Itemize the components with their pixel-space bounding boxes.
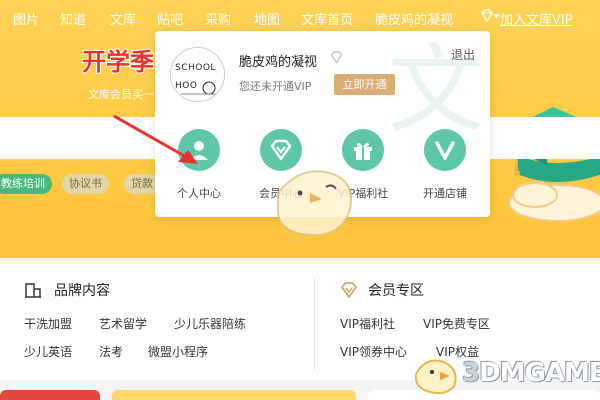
- bottom-tile[interactable]: [112, 390, 356, 400]
- bottom-tile[interactable]: [0, 390, 100, 400]
- vip-diamond-icon: [341, 282, 357, 298]
- logout-link[interactable]: 退出: [451, 46, 475, 63]
- join-vip-link[interactable]: 加入文库VIP: [500, 9, 573, 28]
- school-avatar-image: SCHOOL HOO: [171, 48, 224, 101]
- member-link[interactable]: VIP免费专区: [423, 315, 490, 332]
- chevron-down-icon[interactable]: [493, 14, 500, 19]
- avatar[interactable]: SCHOOL HOO: [170, 47, 225, 102]
- brand-section-title: 品牌内容: [54, 283, 110, 299]
- building-icon: [25, 283, 41, 298]
- open-shop-button[interactable]: 开通店铺: [405, 129, 485, 201]
- nav-item-purchase[interactable]: 采购: [205, 9, 231, 28]
- brand-link[interactable]: 少儿英语: [24, 343, 72, 360]
- member-link[interactable]: VIP福利社: [340, 315, 395, 332]
- svg-text:开学季: 开学季: [82, 48, 154, 76]
- nav-item-images[interactable]: 图片: [13, 9, 39, 28]
- nav-item-wenku-home[interactable]: 文库首页: [301, 9, 353, 28]
- brand-link[interactable]: 干洗加盟: [24, 315, 72, 332]
- vip-status-text: 您还未开通VIP: [239, 80, 312, 93]
- brand-link[interactable]: 少儿乐器陪练: [174, 315, 246, 332]
- brand-link[interactable]: 法考: [99, 343, 123, 360]
- action-label: 开通店铺: [423, 187, 467, 200]
- nav-item-wenku[interactable]: 文库: [110, 9, 136, 28]
- red-arrow-annotation: [113, 114, 198, 164]
- chick-mascot-illustration: [277, 170, 352, 243]
- nav-item-map[interactable]: 地图: [254, 9, 280, 28]
- action-label: 个人中心: [177, 187, 221, 200]
- v-icon: [424, 129, 466, 171]
- section-divider: [314, 278, 315, 370]
- open-vip-button[interactable]: 立即开通: [334, 74, 395, 95]
- graduation-cap-illustration: [495, 107, 600, 222]
- member-section-title: 会员专区: [368, 283, 424, 299]
- vip-diamond-icon: [330, 51, 343, 64]
- brand-link[interactable]: 微盟小程序: [148, 343, 208, 360]
- watermark-text: 3DMGAME: [462, 358, 600, 388]
- hero-subtitle: 文库会员买一: [88, 88, 154, 101]
- svg-text:HOO: HOO: [175, 81, 197, 91]
- nav-username[interactable]: 脆皮鸡的凝视: [375, 9, 453, 28]
- member-link[interactable]: VIP领券中心: [340, 343, 407, 360]
- kaixueji-logo: 开学季: [82, 47, 155, 77]
- top-nav-bar: 图片 知道 文库 贴吧 采购 地图 文库首页 脆皮鸡的凝视 加入文库VIP: [0, 0, 600, 34]
- nav-item-zhidao[interactable]: 知道: [60, 9, 86, 28]
- popup-username: 脆皮鸡的凝视: [239, 55, 318, 70]
- svg-text:SCHOOL: SCHOOL: [175, 63, 216, 73]
- nav-item-tieba[interactable]: 贴吧: [157, 9, 183, 28]
- brand-link[interactable]: 艺术留学: [99, 315, 147, 332]
- vip-diamond-icon[interactable]: [480, 9, 494, 23]
- hot-tag-agreement[interactable]: 协议书: [62, 174, 109, 194]
- hot-tag-training[interactable]: 教练培训: [0, 174, 52, 194]
